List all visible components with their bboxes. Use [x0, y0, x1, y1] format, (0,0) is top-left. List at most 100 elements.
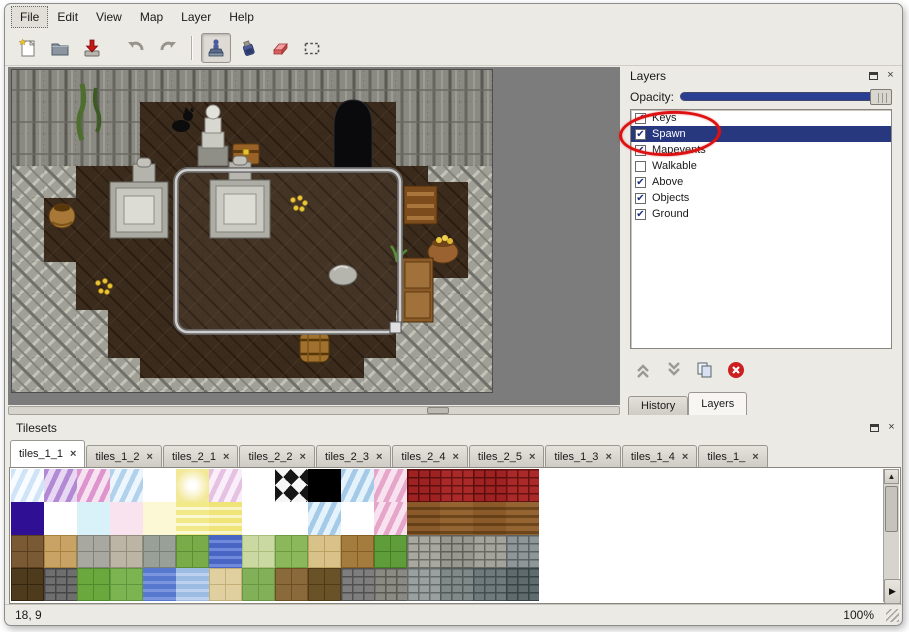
- menu-map[interactable]: Map: [131, 6, 172, 28]
- palette-tile[interactable]: [242, 568, 275, 601]
- tab-close-icon[interactable]: ×: [147, 452, 153, 462]
- tileset-tab-tiles_1_3[interactable]: tiles_1_3×: [545, 445, 620, 467]
- palette-tile[interactable]: [473, 502, 506, 535]
- layer-visibility-checkbox[interactable]: ✔: [635, 113, 646, 124]
- tab-history[interactable]: History: [628, 396, 688, 415]
- palette-tile[interactable]: [143, 535, 176, 568]
- palette-tile[interactable]: [374, 568, 407, 601]
- palette-tile[interactable]: [209, 535, 242, 568]
- new-file-button[interactable]: [13, 33, 43, 63]
- tileset-tab-tiles_2_3[interactable]: tiles_2_3×: [316, 445, 391, 467]
- palette-tile[interactable]: [341, 535, 374, 568]
- menu-file[interactable]: File: [11, 6, 48, 28]
- palette-tile[interactable]: [374, 502, 407, 535]
- palette-tile[interactable]: [242, 502, 275, 535]
- palette-tile[interactable]: [308, 502, 341, 535]
- tileset-tab-tiles_1_4[interactable]: tiles_1_4×: [622, 445, 697, 467]
- palette-tile[interactable]: [44, 469, 77, 502]
- palette-vscroll-thumb[interactable]: [885, 486, 898, 532]
- palette-tile[interactable]: [209, 469, 242, 502]
- palette-tile[interactable]: [407, 469, 440, 502]
- palette-tile[interactable]: [407, 502, 440, 535]
- tab-close-icon[interactable]: ×: [223, 452, 229, 462]
- palette-tile[interactable]: [275, 502, 308, 535]
- palette-tile[interactable]: [110, 568, 143, 601]
- tileset-tab-tiles_2_2[interactable]: tiles_2_2×: [239, 445, 314, 467]
- palette-tile[interactable]: [77, 535, 110, 568]
- selection-resize-handle[interactable]: [390, 322, 401, 333]
- duplicate-layer-button[interactable]: [694, 359, 716, 381]
- menu-help[interactable]: Help: [220, 6, 263, 28]
- palette-tile[interactable]: [44, 535, 77, 568]
- palette-tile[interactable]: [176, 535, 209, 568]
- palette-tile[interactable]: [11, 535, 44, 568]
- menu-edit[interactable]: Edit: [48, 6, 87, 28]
- palette-tile[interactable]: [143, 568, 176, 601]
- layer-visibility-checkbox[interactable]: ✔: [635, 145, 646, 156]
- map-hscroll-thumb[interactable]: [427, 407, 449, 414]
- palette-tile[interactable]: [473, 568, 506, 601]
- palette-tile[interactable]: [440, 502, 473, 535]
- palette-tile[interactable]: [44, 568, 77, 601]
- selection-rectangle[interactable]: [176, 170, 401, 333]
- palette-tile[interactable]: [506, 502, 539, 535]
- delete-layer-button[interactable]: [725, 359, 747, 381]
- palette-tile[interactable]: [407, 568, 440, 601]
- tab-close-icon[interactable]: ×: [70, 449, 76, 459]
- tileset-tab-tiles_1_1[interactable]: tiles_1_1×: [10, 440, 85, 467]
- palette-tile[interactable]: [308, 469, 341, 502]
- tileset-tab-tiles_2_5[interactable]: tiles_2_5×: [469, 445, 544, 467]
- restore-icon[interactable]: [867, 69, 880, 82]
- close-icon[interactable]: ×: [884, 69, 897, 82]
- layer-row-ground[interactable]: ✔Ground: [631, 206, 891, 222]
- palette-tile[interactable]: [341, 502, 374, 535]
- palette-tile[interactable]: [341, 568, 374, 601]
- menu-layer[interactable]: Layer: [172, 6, 220, 28]
- layer-row-above[interactable]: ✔Above: [631, 174, 891, 190]
- palette-tile[interactable]: [506, 568, 539, 601]
- palette-tile[interactable]: [374, 535, 407, 568]
- palette-tile[interactable]: [77, 568, 110, 601]
- tab-layers[interactable]: Layers: [688, 392, 747, 415]
- palette-tile[interactable]: [110, 469, 143, 502]
- palette-tile[interactable]: [473, 469, 506, 502]
- move-up-button[interactable]: [632, 359, 654, 381]
- palette-tile[interactable]: [110, 502, 143, 535]
- tab-close-icon[interactable]: ×: [300, 452, 306, 462]
- tileset-tab-tiles_2_1[interactable]: tiles_2_1×: [163, 445, 238, 467]
- opacity-slider-handle[interactable]: [870, 89, 892, 105]
- palette-tile[interactable]: [407, 535, 440, 568]
- palette-tile[interactable]: [176, 568, 209, 601]
- palette-tile[interactable]: [11, 568, 44, 601]
- palette-tile[interactable]: [209, 502, 242, 535]
- redo-button[interactable]: [153, 33, 183, 63]
- restore-icon[interactable]: [868, 421, 881, 434]
- tab-close-icon[interactable]: ×: [682, 452, 688, 462]
- fill-tool-button[interactable]: [233, 33, 263, 63]
- palette-tile[interactable]: [341, 469, 374, 502]
- tab-close-icon[interactable]: ×: [529, 452, 535, 462]
- tileset-tab-tiles_1_[interactable]: tiles_1_×: [698, 445, 767, 467]
- tileset-tab-tiles_2_4[interactable]: tiles_2_4×: [392, 445, 467, 467]
- palette-tile[interactable]: [275, 535, 308, 568]
- map-horizontal-scrollbar[interactable]: [8, 406, 620, 415]
- palette-tile[interactable]: [176, 502, 209, 535]
- palette-tile[interactable]: [110, 535, 143, 568]
- palette-tile[interactable]: [77, 502, 110, 535]
- tab-close-icon[interactable]: ×: [752, 452, 758, 462]
- layer-row-mapevents[interactable]: ✔Mapevents: [631, 142, 891, 158]
- tab-close-icon[interactable]: ×: [452, 452, 458, 462]
- close-icon[interactable]: ×: [885, 421, 898, 434]
- rect-select-tool-button[interactable]: [297, 33, 327, 63]
- layer-row-walkable[interactable]: Walkable: [631, 158, 891, 174]
- palette-tile[interactable]: [473, 535, 506, 568]
- palette-tile[interactable]: [209, 568, 242, 601]
- tile-palette[interactable]: ▲ ▼: [9, 467, 901, 604]
- palette-tile[interactable]: [440, 568, 473, 601]
- opacity-slider[interactable]: [680, 92, 892, 101]
- palette-tile[interactable]: [77, 469, 110, 502]
- palette-tile[interactable]: [242, 535, 275, 568]
- map-viewport[interactable]: [8, 67, 620, 405]
- palette-tile[interactable]: [275, 469, 308, 502]
- palette-tile[interactable]: [44, 502, 77, 535]
